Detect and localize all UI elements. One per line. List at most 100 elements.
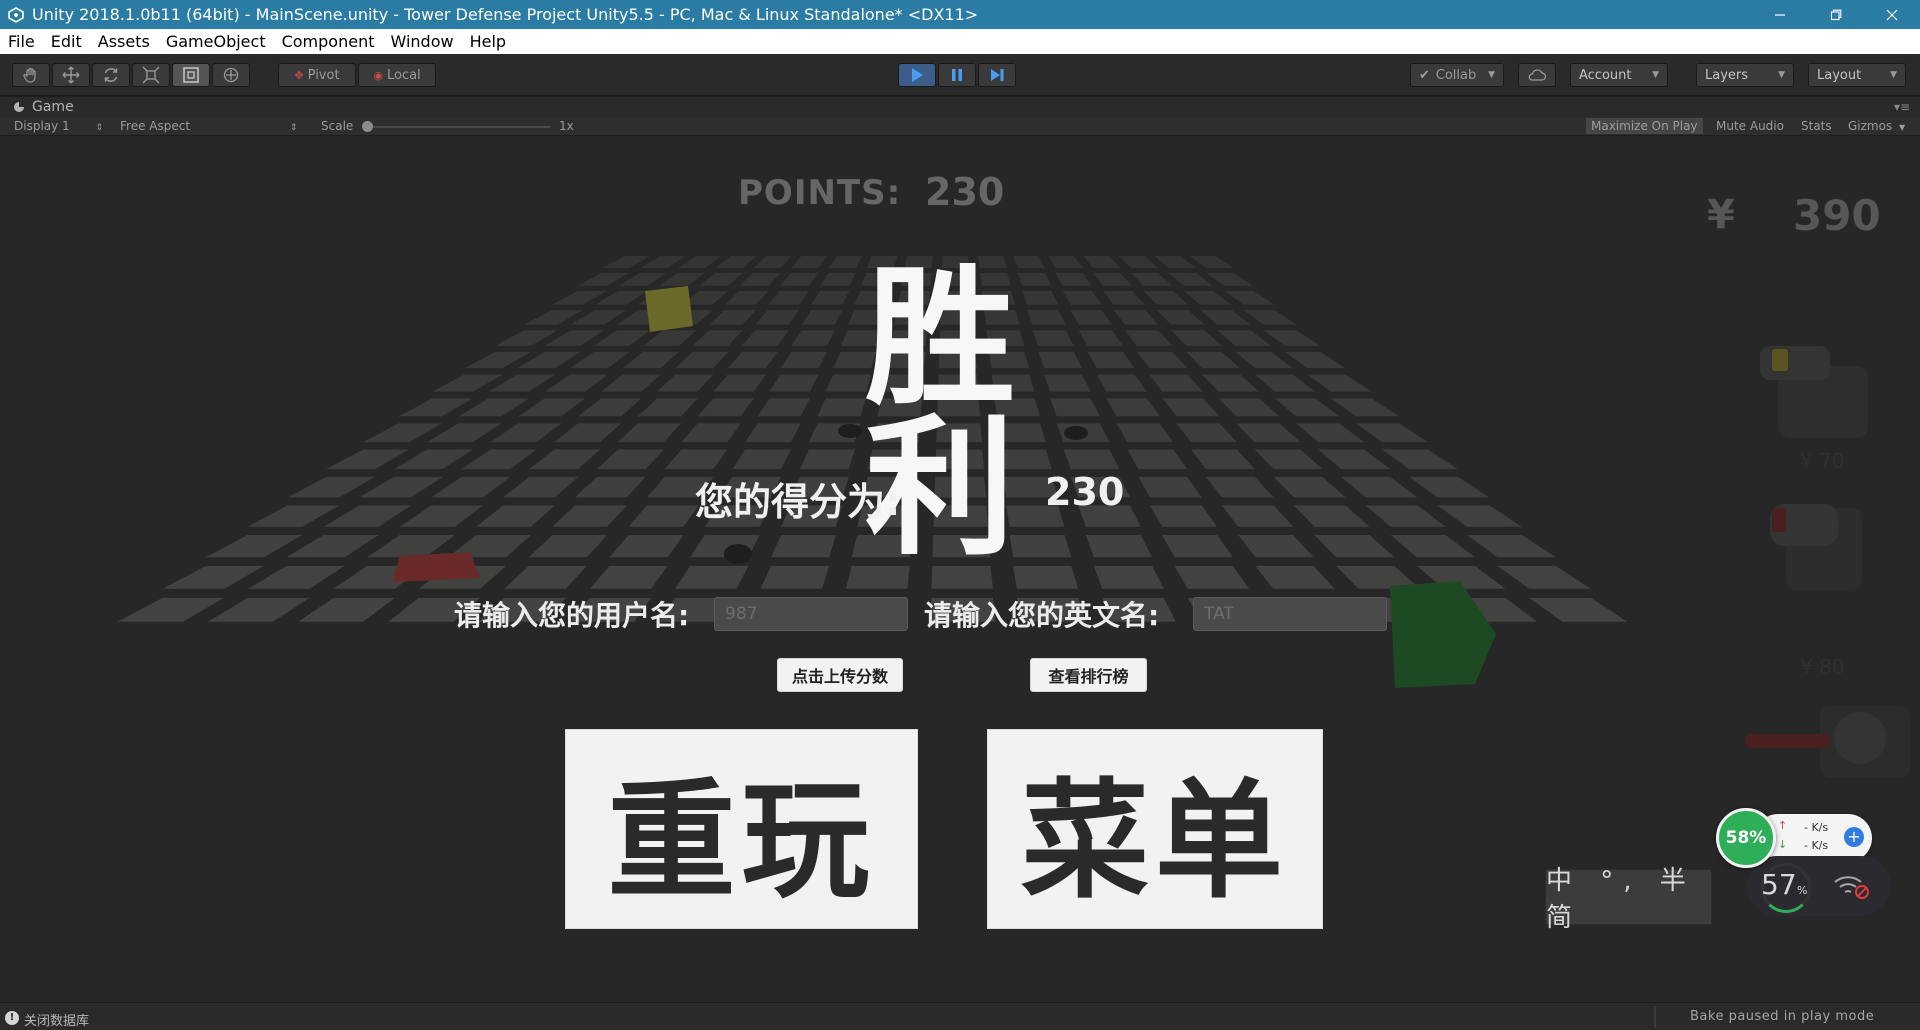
hand-icon (23, 67, 36, 83)
updown-icon: ⇕ (95, 123, 104, 133)
username-label: 请输入您的用户名: (454, 599, 690, 632)
pivot-toggle[interactable]: ✥ Pivot (278, 63, 356, 87)
gizmos-dropdown[interactable]: Gizmos ▼ (1843, 118, 1910, 134)
collab-label: Collab (1435, 67, 1477, 83)
account-label: Account (1579, 67, 1632, 83)
main-toolbar: ✥ Pivot ◉ Local ✔ Collab ▼ Account ▼ Lay… (0, 54, 1920, 96)
unity-editor-window: Unity 2018.1.0b11 (64bit) - MainScene.un… (0, 0, 1920, 1030)
cloud-button[interactable] (1518, 63, 1556, 87)
layout-label: Layout (1817, 67, 1862, 83)
rotate-icon (104, 68, 118, 82)
chevron-down-icon: ▼ (1890, 70, 1897, 80)
cpu-usage-badge[interactable]: 58% (1716, 808, 1776, 868)
collab-dropdown[interactable]: ✔ Collab ▼ (1410, 63, 1504, 87)
game-controller-icon (14, 102, 24, 112)
memory-value: 57 (1761, 868, 1797, 901)
move-icon (62, 66, 80, 84)
menu-component[interactable]: Component (274, 29, 383, 54)
status-bar: ! 关闭数据库 Bake paused in play mode (0, 1002, 1920, 1030)
board-tile (760, 565, 830, 589)
stats-toggle[interactable]: Stats (1796, 118, 1837, 134)
upload-arrow-icon: ↑ (1778, 819, 1788, 832)
tab-game[interactable]: Game (4, 97, 94, 117)
scale-slider-track[interactable] (364, 126, 550, 128)
scale-icon (142, 66, 160, 84)
shop-price-faded: ¥ 80 (1800, 655, 1845, 679)
points-value: 230 (925, 170, 1005, 214)
leaderboard-button[interactable]: 查看排行榜 (1030, 658, 1147, 692)
pivot-icon: ✥ (294, 68, 304, 82)
maximize-on-play-toggle[interactable]: Maximize On Play (1586, 118, 1703, 134)
currency-symbol: ¥ (1707, 192, 1735, 238)
game-view-toolbar: Display 1 ⇕ Free Aspect ⇕ Scale 1x Maxim… (0, 117, 1920, 136)
shop-price-faded: ¥ 70 (1800, 449, 1845, 473)
english-name-input[interactable] (1193, 597, 1387, 631)
step-icon (991, 69, 1004, 81)
pause-icon (952, 69, 962, 81)
scale-tool-button[interactable] (132, 63, 170, 87)
board-tile (1093, 565, 1164, 589)
mute-audio-toggle[interactable]: Mute Audio (1711, 118, 1789, 134)
step-button[interactable] (978, 63, 1016, 87)
local-label: Local (386, 67, 421, 83)
menu-file[interactable]: File (0, 29, 43, 54)
restore-button[interactable] (1808, 0, 1864, 29)
display-label: Display 1 (14, 119, 70, 133)
gizmos-label: Gizmos (1848, 119, 1893, 133)
game-tab-header: Game ▾≡ (0, 97, 1920, 117)
minimize-button[interactable] (1752, 0, 1808, 29)
account-dropdown[interactable]: Account ▼ (1570, 63, 1668, 87)
scale-slider-thumb[interactable] (362, 121, 373, 132)
boost-plus-icon[interactable]: + (1844, 827, 1864, 847)
chevron-down-icon: ▼ (1652, 70, 1659, 80)
game-view[interactable]: ¥ 70 ¥ 80 POINTS: 230 ¥ 390 胜 利 您的得分为: 2… (0, 136, 1920, 1002)
chevron-down-icon: ▼ (1488, 70, 1495, 80)
menu-help[interactable]: Help (462, 29, 514, 54)
console-message[interactable]: 关闭数据库 (24, 1010, 89, 1029)
chevron-down-icon: ▼ (1778, 70, 1785, 80)
unity-logo-icon (6, 5, 26, 25)
menu-window[interactable]: Window (382, 29, 461, 54)
pivot-label: Pivot (307, 67, 340, 83)
menu-gameobject[interactable]: GameObject (158, 29, 274, 54)
status-divider (1654, 1006, 1656, 1028)
display-select[interactable]: Display 1 ⇕ (14, 119, 103, 133)
hand-tool-button[interactable] (12, 63, 50, 87)
local-icon: ◉ (373, 68, 383, 82)
replay-button[interactable]: 重玩 (565, 729, 918, 929)
title-bar: Unity 2018.1.0b11 (64bit) - MainScene.un… (0, 0, 1920, 29)
close-button[interactable] (1864, 0, 1920, 29)
score-label: 您的得分为: (695, 480, 901, 524)
local-toggle[interactable]: ◉ Local (358, 63, 436, 87)
bake-status: Bake paused in play mode (1690, 1009, 1875, 1024)
memory-widget[interactable]: 57 % (1747, 856, 1891, 916)
menu-button[interactable]: 菜单 (987, 729, 1323, 929)
download-speed: - K/s (1804, 839, 1829, 852)
ime-status-bar[interactable]: 中 °, 半 简 (1545, 866, 1712, 933)
transform-icon (223, 67, 239, 83)
pause-button[interactable] (938, 63, 976, 87)
chevron-down-icon: ▼ (1899, 123, 1906, 132)
transform-tool-button[interactable] (212, 63, 250, 87)
info-icon: ! (5, 1011, 19, 1025)
points-label: POINTS: (738, 173, 902, 213)
play-button[interactable] (898, 63, 936, 87)
aspect-select[interactable]: Free Aspect ⇕ (120, 119, 297, 133)
username-input[interactable] (714, 597, 908, 631)
rotate-tool-button[interactable] (92, 63, 130, 87)
window-title: Unity 2018.1.0b11 (64bit) - MainScene.un… (32, 5, 979, 24)
move-tool-button[interactable] (52, 63, 90, 87)
yellow-enemy-cube (645, 286, 693, 332)
rect-tool-button[interactable] (172, 63, 210, 87)
menu-assets[interactable]: Assets (90, 29, 158, 54)
download-arrow-icon: ↓ (1778, 838, 1788, 851)
score-value: 230 (1045, 470, 1125, 514)
layout-dropdown[interactable]: Layout ▼ (1808, 63, 1906, 87)
menu-edit[interactable]: Edit (43, 29, 90, 54)
tab-menu-icon[interactable]: ▾≡ (1894, 100, 1910, 114)
menu-bar: File Edit Assets GameObject Component Wi… (0, 29, 1920, 54)
layers-dropdown[interactable]: Layers ▼ (1696, 63, 1794, 87)
cloud-icon (1528, 69, 1547, 81)
upload-score-button[interactable]: 点击上传分数 (777, 658, 903, 692)
scale-value: 1x (559, 119, 574, 133)
